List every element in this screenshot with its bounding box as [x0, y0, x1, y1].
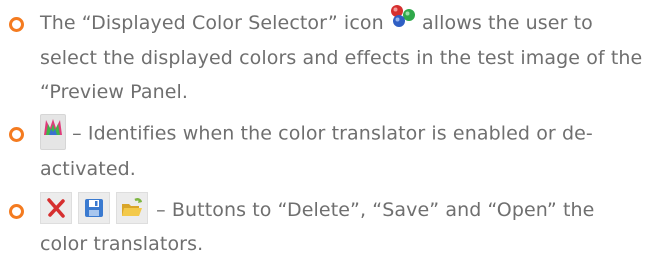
bullet-list: The “Displayed Color Selector” icon allo…: [0, 4, 652, 261]
open-folder-icon[interactable]: [116, 191, 148, 224]
color-balls-icon: [390, 4, 416, 39]
bullet-marker: [9, 17, 24, 32]
list-item: – Identifies when the color translator i…: [0, 114, 652, 186]
translator-toolbar: [40, 191, 148, 224]
list-item: The “Displayed Color Selector” icon allo…: [0, 4, 652, 109]
list-item: – Buttons to “Delete”, “Save” and “Open”…: [0, 191, 652, 261]
bullet-marker: [9, 127, 24, 142]
item-text-before-icon: The “Displayed Color Selector” icon: [40, 12, 384, 34]
document-page: The “Displayed Color Selector” icon allo…: [0, 0, 652, 266]
delete-icon[interactable]: [40, 191, 72, 224]
bullet-marker: [9, 204, 24, 219]
color-translator-status-icon: [40, 114, 66, 150]
item-text-after-icon: – Identifies when the color translator i…: [40, 122, 593, 181]
save-icon[interactable]: [78, 191, 110, 224]
